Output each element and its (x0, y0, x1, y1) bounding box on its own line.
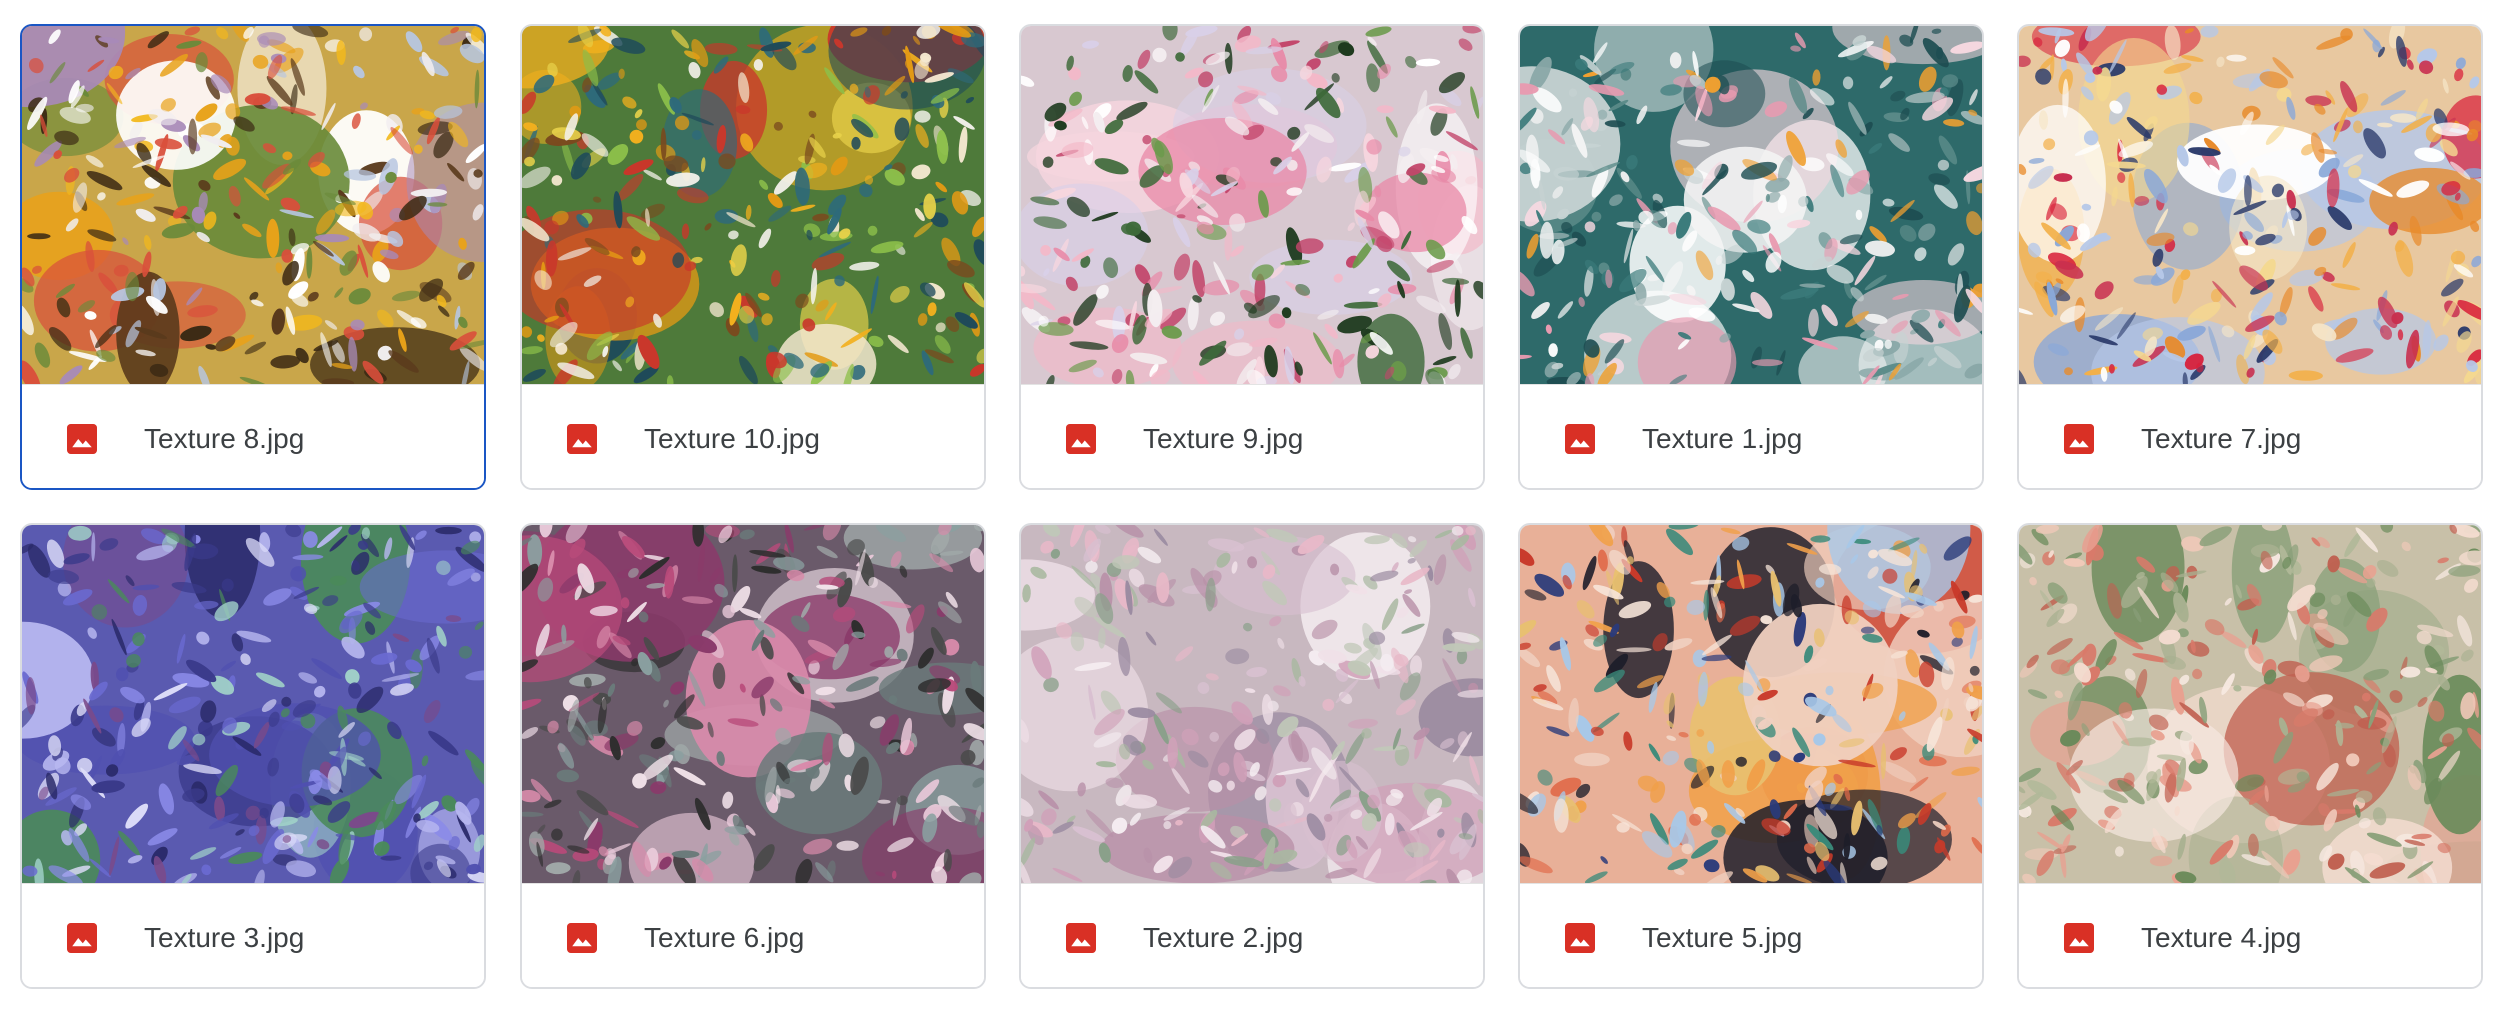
file-card[interactable]: Texture 10.jpg (520, 24, 986, 490)
file-name: Texture 8.jpg (144, 423, 305, 454)
file-card[interactable]: Texture 7.jpg (2017, 24, 2483, 490)
file-thumbnail (522, 26, 984, 384)
file-card[interactable]: Texture 4.jpg (2017, 523, 2483, 989)
file-footer: Texture 9.jpg (1021, 384, 1483, 488)
file-card[interactable]: Texture 8.jpg (20, 24, 486, 490)
file-footer: Texture 8.jpg (22, 384, 484, 488)
file-name: Texture 2.jpg (1143, 922, 1304, 953)
file-card[interactable]: Texture 3.jpg (20, 523, 486, 989)
image-file-icon (1562, 421, 1598, 457)
image-file-icon (64, 920, 100, 956)
file-footer: Texture 10.jpg (522, 384, 984, 488)
image-file-icon (564, 421, 600, 457)
image-file-icon (64, 421, 100, 457)
file-name: Texture 4.jpg (2141, 922, 2302, 953)
file-card[interactable]: Texture 6.jpg (520, 523, 986, 989)
file-thumbnail (1520, 26, 1982, 384)
file-footer: Texture 6.jpg (522, 883, 984, 987)
file-thumbnail (1520, 525, 1982, 883)
file-grid: Texture 8.jpg Texture 10.jpg Texture 9.j… (0, 0, 2508, 1028)
file-thumbnail (2019, 525, 2481, 883)
file-card[interactable]: Texture 9.jpg (1019, 24, 1485, 490)
file-name: Texture 6.jpg (644, 922, 805, 953)
image-file-icon (2061, 421, 2097, 457)
file-footer: Texture 3.jpg (22, 883, 484, 987)
file-name: Texture 9.jpg (1143, 423, 1304, 454)
file-name: Texture 5.jpg (1642, 922, 1803, 953)
file-card[interactable]: Texture 2.jpg (1019, 523, 1485, 989)
file-footer: Texture 5.jpg (1520, 883, 1982, 987)
file-thumbnail (22, 26, 484, 384)
image-file-icon (1063, 920, 1099, 956)
file-footer: Texture 2.jpg (1021, 883, 1483, 987)
file-name: Texture 10.jpg (644, 423, 820, 454)
file-thumbnail (1021, 525, 1483, 883)
file-thumbnail (22, 525, 484, 883)
file-name: Texture 1.jpg (1642, 423, 1803, 454)
image-file-icon (564, 920, 600, 956)
image-file-icon (2061, 920, 2097, 956)
file-footer: Texture 7.jpg (2019, 384, 2481, 488)
image-file-icon (1063, 421, 1099, 457)
file-thumbnail (522, 525, 984, 883)
file-thumbnail (2019, 26, 2481, 384)
file-card[interactable]: Texture 1.jpg (1518, 24, 1984, 490)
file-footer: Texture 1.jpg (1520, 384, 1982, 488)
image-file-icon (1562, 920, 1598, 956)
file-name: Texture 7.jpg (2141, 423, 2302, 454)
file-name: Texture 3.jpg (144, 922, 305, 953)
file-thumbnail (1021, 26, 1483, 384)
file-footer: Texture 4.jpg (2019, 883, 2481, 987)
file-card[interactable]: Texture 5.jpg (1518, 523, 1984, 989)
